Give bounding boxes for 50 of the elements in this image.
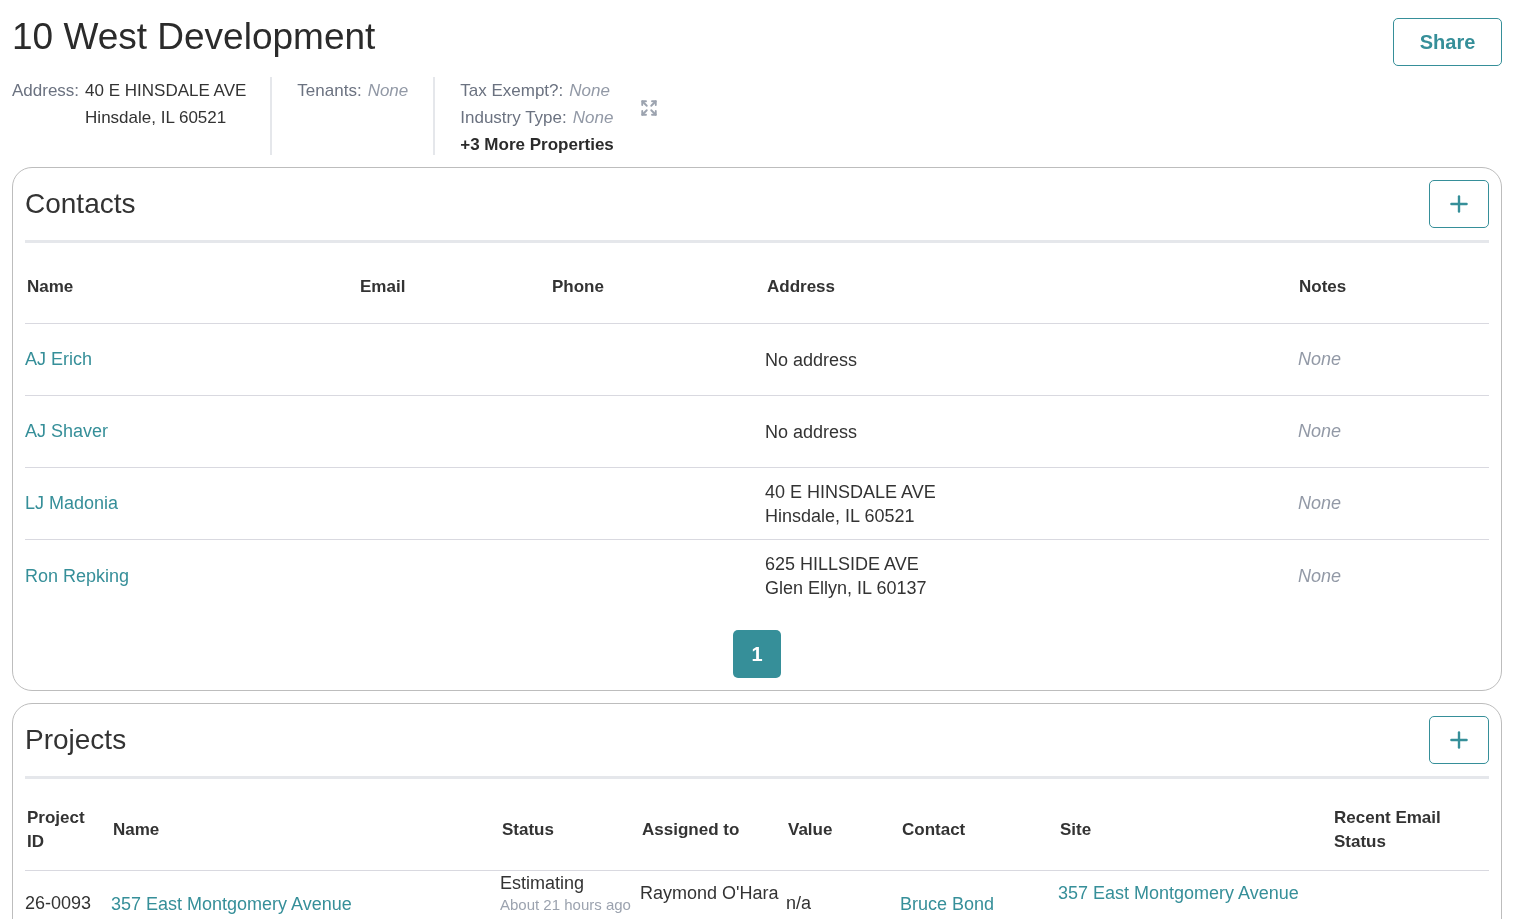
field-value: None [572,107,614,129]
page-button[interactable]: 1 [733,630,781,678]
field-label: Address: [12,80,80,102]
field-label: Tax Exempt?: [460,80,564,102]
status-time: About 21 hours ago [500,895,632,915]
address-cell-text: 40 E HINSDALE AVE Hinsdale, IL 60521 [765,480,937,528]
expand-icon[interactable] [639,99,658,117]
column-header: Email [359,275,407,298]
card-title: Projects [25,723,127,757]
column-header: Name [112,818,161,841]
column-header: Address [766,275,837,298]
page-title: 10 West Development [12,15,376,59]
contact-name-link[interactable]: AJ Erich [25,349,93,369]
address-cell-text: No address [765,420,859,444]
column-header: Value [787,818,834,841]
column-header: Notes [1298,275,1348,298]
column-header: Site [1059,818,1093,841]
contact-name-link[interactable]: LJ Madonia [25,493,119,513]
column-header: Recent Email Status [1333,806,1442,853]
field-label: Tenants: [297,80,362,102]
share-button[interactable]: Share [1393,18,1502,66]
add-button[interactable] [1429,180,1489,228]
field-label: Industry Type: [460,107,567,129]
column-header: Assigned to [641,818,741,841]
notes-cell: None [1297,421,1342,441]
column-header: Project ID [26,806,86,853]
column-header: Contact [901,818,967,841]
project-id-cell-text: 26-0093 [25,892,93,915]
notes-cell: None [1297,349,1342,369]
field-value: None [367,80,409,102]
site-link[interactable]: 357 East Montgomery Avenue [1058,881,1332,905]
contact-name-link[interactable]: AJ Shaver [25,421,109,441]
contact-name-link[interactable]: Ron Repking [25,565,130,586]
field-value: 40 E HINSDALE AVE Hinsdale, IL 60521 [85,80,247,129]
add-button[interactable] [1429,716,1489,764]
address-cell-text: 625 HILLSIDE AVE Glen Ellyn, IL 60137 [765,553,928,600]
status-cell-text: Estimating [500,872,586,895]
contact-link[interactable]: Bruce Bond [900,894,995,914]
value-cell-text: n/a [786,892,813,915]
project-name-link[interactable]: 357 East Montgomery Avenue [111,894,352,914]
notes-cell: None [1297,493,1342,513]
column-header: Status [501,818,555,841]
assignee-cell-text: Raymond O'Hara [640,882,780,905]
column-header: Phone [551,275,605,298]
column-header: Name [26,275,75,298]
card-title: Contacts [25,187,136,221]
more-properties-link[interactable]: +3 More Properties [460,131,614,158]
address-cell-text: No address [765,348,859,372]
notes-cell: None [1297,565,1342,586]
field-value: None [569,80,610,102]
